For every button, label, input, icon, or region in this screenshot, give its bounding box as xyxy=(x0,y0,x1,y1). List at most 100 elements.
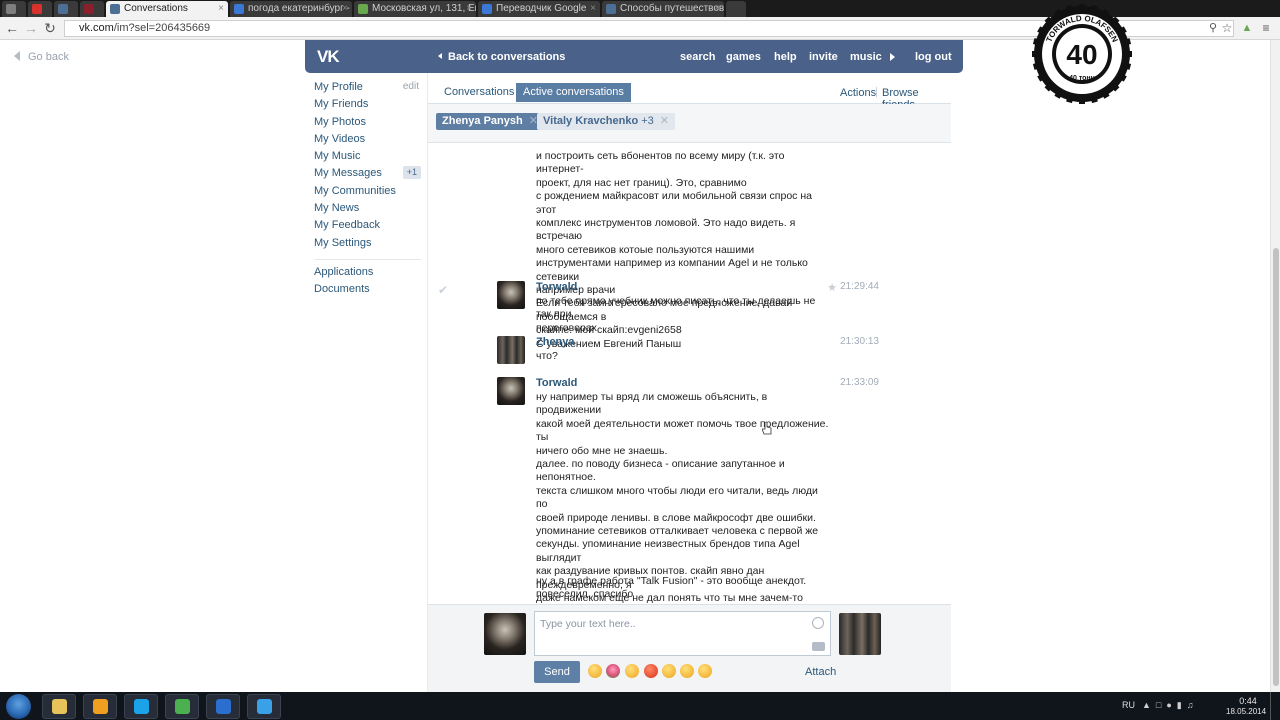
star-icon[interactable]: ★ xyxy=(827,281,837,294)
clock-date[interactable]: 18.05.2014 xyxy=(1226,707,1266,716)
peer-avatar[interactable] xyxy=(839,613,881,655)
taskbar-app-skype[interactable] xyxy=(124,694,158,719)
sidebar-item-my-photos[interactable]: My Photos xyxy=(314,115,421,132)
logout-link[interactable]: log out xyxy=(915,51,952,63)
sidebar-item-documents[interactable]: Documents xyxy=(314,282,421,299)
message-input-box[interactable] xyxy=(534,611,831,656)
media-player-icon xyxy=(93,699,108,714)
search-link[interactable]: search xyxy=(680,51,715,63)
message-text: ну например ты вряд ли сможешь объяснить… xyxy=(536,391,829,604)
tab-close-icon[interactable]: × xyxy=(342,1,348,16)
emoji-grin-icon[interactable] xyxy=(698,664,712,678)
badge-bottom-text: 40 тонн xyxy=(1069,75,1095,82)
emoji-flower-icon[interactable] xyxy=(606,664,620,678)
emoji-laugh-icon[interactable] xyxy=(625,664,639,678)
vk-logo[interactable]: VK xyxy=(317,47,340,67)
tab-close-icon[interactable]: × xyxy=(590,1,596,16)
actions-link[interactable]: Actions xyxy=(840,87,876,99)
sidebar-item-my-profile[interactable]: My Profile edit xyxy=(314,80,421,97)
go-back-link[interactable]: Go back xyxy=(14,51,69,63)
tab-close-icon[interactable]: × xyxy=(714,1,720,16)
avatar[interactable] xyxy=(497,336,525,364)
browser-tab[interactable]: Переводчик Google × xyxy=(478,1,600,17)
sidebar-item-my-music[interactable]: My Music xyxy=(314,149,421,166)
scrollbar-thumb[interactable] xyxy=(1273,248,1279,686)
taskbar-app-explorer[interactable] xyxy=(42,694,76,719)
show-desktop-button[interactable] xyxy=(1270,692,1280,720)
start-button[interactable] xyxy=(6,694,31,719)
language-indicator[interactable]: RU xyxy=(1122,700,1135,710)
browser-tab[interactable] xyxy=(80,1,104,17)
invite-link[interactable]: invite xyxy=(809,51,838,63)
reload-icon[interactable]: ↻ xyxy=(42,20,58,36)
gear-tooth xyxy=(1079,4,1085,10)
browser-tab[interactable]: Conversations × xyxy=(106,1,228,17)
close-icon[interactable]: ✕ xyxy=(660,113,669,130)
go-back-arrow-icon xyxy=(14,51,20,61)
sidebar-item-my-news[interactable]: My News xyxy=(314,201,421,218)
sidebar-item-my-messages[interactable]: My Messages +1 xyxy=(314,166,421,183)
message-history[interactable]: и построить сеть вбонентов по всему миру… xyxy=(428,143,951,604)
extension-icon[interactable]: ▲ xyxy=(1239,20,1255,36)
avatar[interactable] xyxy=(497,281,525,309)
taskbar-app-chrome[interactable] xyxy=(165,694,199,719)
video-app-icon xyxy=(216,699,231,714)
taskbar-app-video-app[interactable] xyxy=(206,694,240,719)
camera-icon[interactable] xyxy=(812,642,825,651)
browser-tab[interactable]: Способы путешествоват × xyxy=(602,1,724,17)
sidebar-item-my-videos[interactable]: My Videos xyxy=(314,132,421,149)
sidebar-item-label: My Communities xyxy=(314,184,396,197)
taskbar-app-triangle-app[interactable] xyxy=(247,694,281,719)
new-tab-button[interactable] xyxy=(726,1,746,17)
peer-tab-inactive[interactable]: Vitaly Kravchenko +3 ✕ xyxy=(537,113,676,130)
games-link[interactable]: games xyxy=(726,51,761,63)
sidebar-item-applications[interactable]: Applications xyxy=(314,265,421,282)
tab-close-icon[interactable]: × xyxy=(218,1,224,16)
message-author[interactable]: Torwald xyxy=(536,281,577,293)
back-arrow-icon[interactable]: ← xyxy=(4,20,20,36)
help-link[interactable]: help xyxy=(774,51,797,63)
menu-icon[interactable]: ≡ xyxy=(1258,20,1274,36)
sidebar-item-label: My News xyxy=(314,202,360,215)
browser-tab[interactable]: погода екатеринбург - П × xyxy=(230,1,352,17)
tab-conversations[interactable]: Conversations xyxy=(437,83,521,102)
browser-tab[interactable] xyxy=(2,1,26,17)
sidebar-item-my-feedback[interactable]: My Feedback xyxy=(314,218,421,235)
browser-tab[interactable] xyxy=(28,1,52,17)
smile-icon[interactable] xyxy=(812,617,824,629)
tray-icons[interactable]: ▲□●▮♫ xyxy=(1142,700,1198,711)
emoji-wink-icon[interactable] xyxy=(680,664,694,678)
taskbar-app-media-player[interactable] xyxy=(83,694,117,719)
my-avatar[interactable] xyxy=(484,613,526,655)
back-to-conversations-link[interactable]: Back to conversations xyxy=(438,51,565,63)
browser-tab[interactable]: Московская ул, 131, Екат× xyxy=(354,1,476,17)
clock-time[interactable]: 0:44 xyxy=(1238,696,1258,706)
tab-active-conversations[interactable]: Active conversations xyxy=(516,83,631,102)
message-author[interactable]: Torwald xyxy=(536,377,577,389)
sidebar-item-my-communities[interactable]: My Communities xyxy=(314,184,421,201)
browser-tab[interactable] xyxy=(54,1,78,17)
emoji-angry-icon[interactable] xyxy=(644,664,658,678)
tab-close-icon[interactable]: × xyxy=(466,1,472,16)
message-author[interactable]: Zhenya xyxy=(536,336,575,348)
page-scrollbar[interactable] xyxy=(1270,40,1280,692)
emoji-smile-icon[interactable] xyxy=(588,664,602,678)
peer-tabs: Zhenya Panysh ✕ Vitaly Kravchenko +3 ✕ xyxy=(428,104,951,143)
attach-link[interactable]: Attach xyxy=(805,666,836,678)
tabs-bar: Conversations Active conversations Actio… xyxy=(428,73,951,111)
message-input[interactable] xyxy=(540,616,795,632)
avatar[interactable] xyxy=(497,377,525,405)
vk-header: VK Back to conversations search games he… xyxy=(305,40,963,73)
sidebar-item-my-friends[interactable]: My Friends xyxy=(314,97,421,114)
music-play-icon[interactable] xyxy=(890,53,895,61)
sidebar-item-my-settings[interactable]: My Settings xyxy=(314,236,421,253)
edit-profile-link[interactable]: edit xyxy=(403,80,419,94)
peer-tab-active[interactable]: Zhenya Panysh ✕ xyxy=(436,113,544,130)
explorer-icon xyxy=(52,699,67,714)
forward-arrow-icon[interactable]: → xyxy=(23,20,39,36)
music-link[interactable]: music xyxy=(850,51,882,63)
emoji-neutral-icon[interactable] xyxy=(662,664,676,678)
send-button[interactable]: Send xyxy=(534,661,580,683)
bookmark-star-icon[interactable]: ☆ xyxy=(1219,20,1235,36)
messages-count-badge[interactable]: +1 xyxy=(402,166,421,180)
